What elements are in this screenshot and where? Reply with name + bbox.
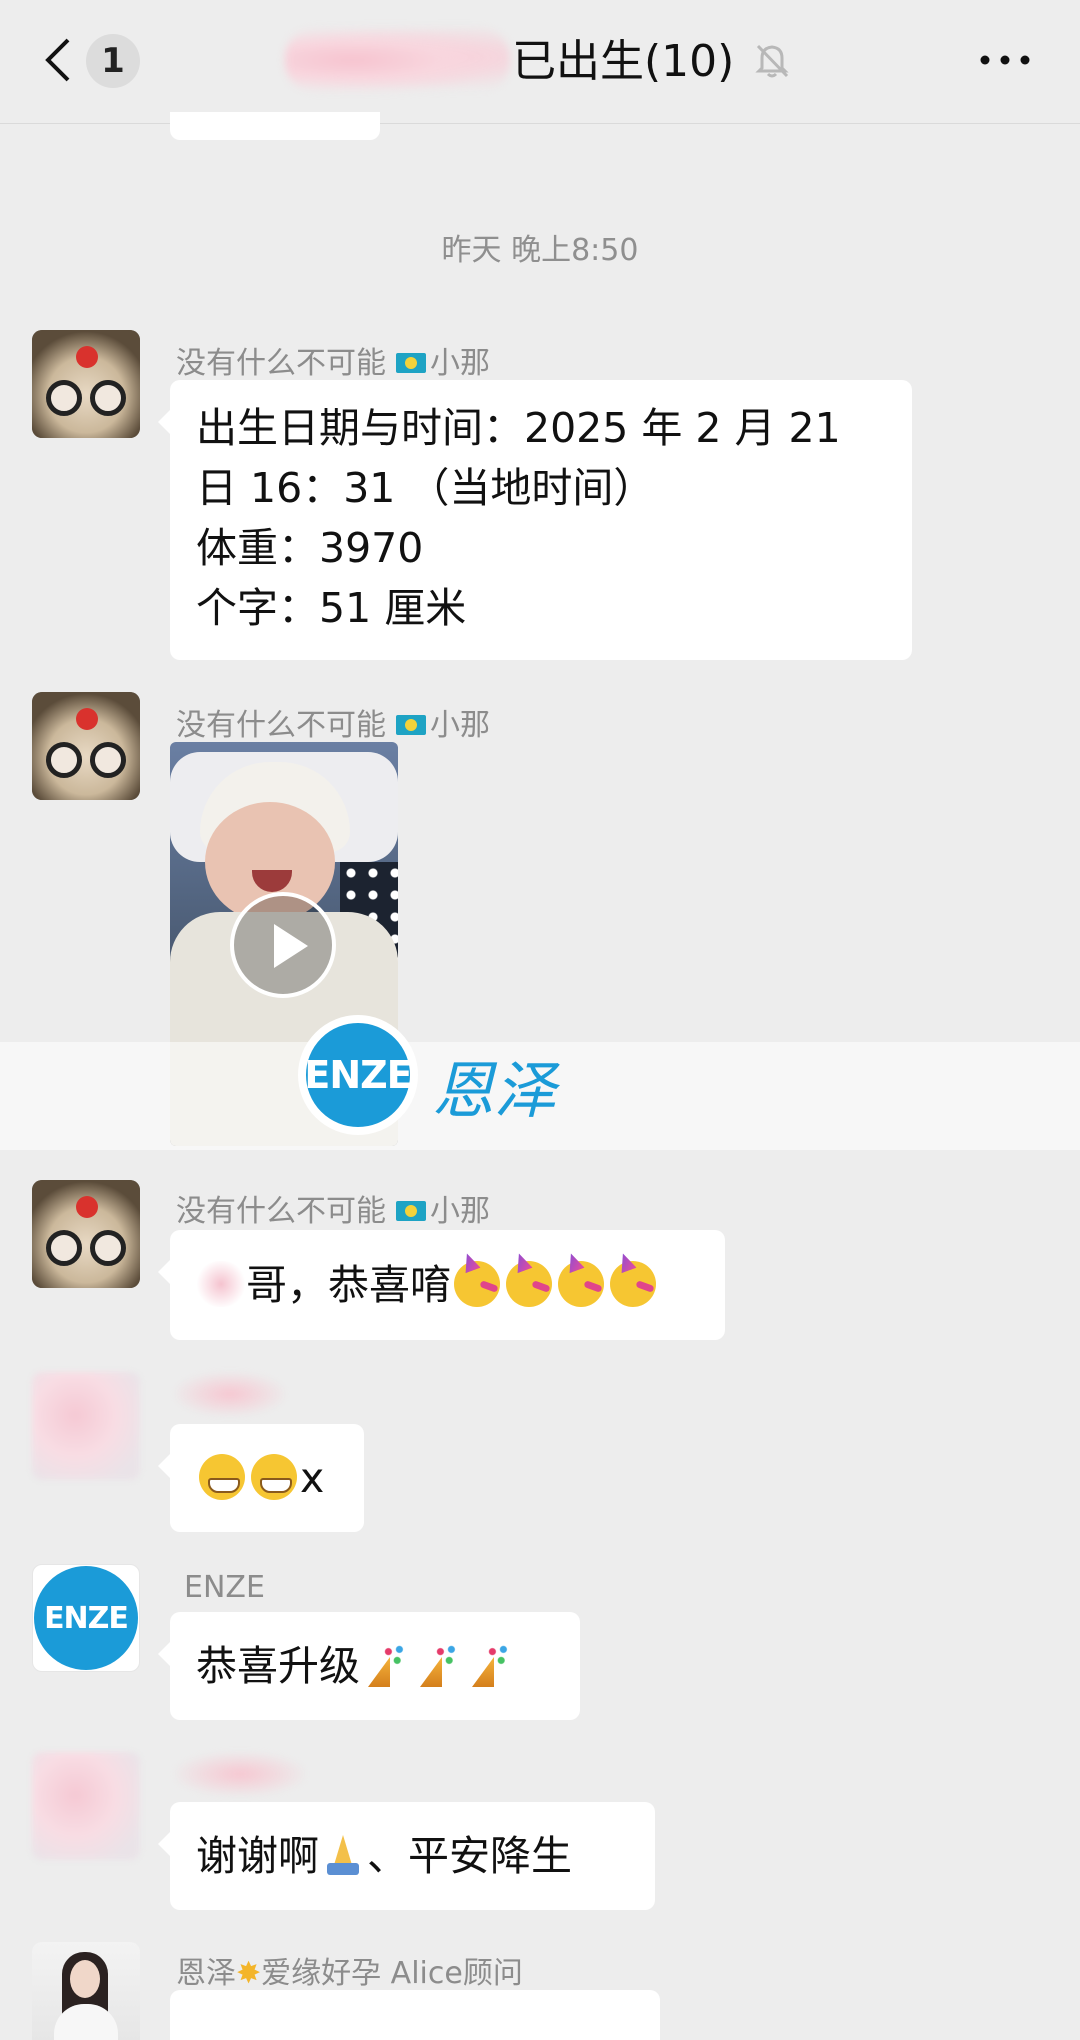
message-bubble[interactable] <box>170 1990 660 2040</box>
sender-name: 恩泽✸爱缘好孕 Alice顾问 <box>176 1956 523 1991</box>
avatar[interactable]: ENZE <box>32 1564 140 1672</box>
grinning-emoji <box>199 1454 245 1500</box>
star-emoji: ✸ <box>236 1956 262 1991</box>
avatar[interactable] <box>32 1942 140 2040</box>
sender-name: ENZE <box>184 1570 265 1605</box>
sender-name-redacted <box>175 1752 305 1796</box>
partying-face-emoji <box>454 1261 500 1307</box>
play-icon[interactable] <box>230 892 336 998</box>
avatar[interactable] <box>32 1372 140 1480</box>
kazakhstan-flag-icon <box>396 352 426 373</box>
avatar[interactable] <box>32 330 140 438</box>
sender-name-redacted <box>175 1372 285 1416</box>
message-bubble[interactable]: 出生日期与时间：2025 年 2 月 21 日 16：31 （当地时间） 体重：… <box>158 380 912 660</box>
unread-count-badge[interactable]: 1 <box>86 34 140 88</box>
grinning-emoji <box>251 1454 297 1500</box>
partying-face-emoji <box>610 1261 656 1307</box>
watermark-text: 恩泽 <box>432 1054 557 1127</box>
avatar[interactable] <box>32 1180 140 1288</box>
mute-bell-icon <box>755 44 789 78</box>
more-options-button[interactable] <box>975 40 1035 80</box>
party-popper-emoji <box>364 1643 408 1687</box>
kazakhstan-flag-icon <box>396 1200 426 1221</box>
back-button[interactable] <box>38 30 78 90</box>
partying-face-emoji <box>558 1261 604 1307</box>
redacted-name <box>196 1261 246 1307</box>
enze-logo: ENZE <box>34 1566 138 1670</box>
title-redacted <box>285 28 510 92</box>
back-arrow-icon <box>45 38 70 82</box>
partying-face-emoji <box>506 1261 552 1307</box>
party-popper-emoji <box>468 1643 512 1687</box>
message-bubble[interactable]: x <box>158 1424 364 1532</box>
sender-name: 没有什么不可能 小那 <box>176 708 490 743</box>
avatar[interactable] <box>32 1752 140 1860</box>
chat-header: 1 已出生(10) <box>0 0 1080 124</box>
avatar[interactable] <box>32 692 140 800</box>
watermark-logo: ENZE <box>298 1015 418 1135</box>
chat-title: 已出生(10) <box>512 36 735 87</box>
sender-name: 没有什么不可能 小那 <box>176 346 490 381</box>
kazakhstan-flag-icon <box>396 714 426 735</box>
message-timestamp: 昨天 晚上8:50 <box>441 233 639 268</box>
sender-name: 没有什么不可能 小那 <box>176 1194 490 1229</box>
party-popper-emoji <box>416 1643 460 1687</box>
message-bubble[interactable]: 哥，恭喜唷 <box>158 1230 725 1340</box>
folded-hands-emoji <box>321 1833 365 1877</box>
previous-message-bubble[interactable] <box>170 112 380 140</box>
message-bubble[interactable]: 恭喜升级 <box>158 1612 580 1720</box>
message-bubble[interactable]: 谢谢啊 、平安降生 <box>158 1802 655 1910</box>
